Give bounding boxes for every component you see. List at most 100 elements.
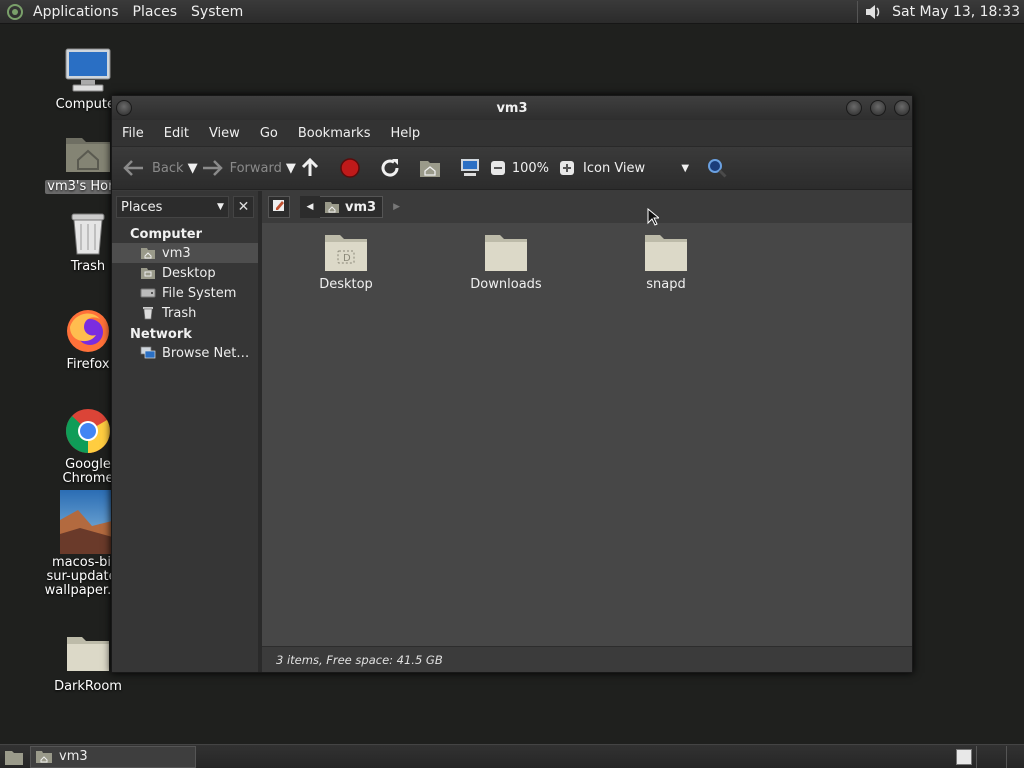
sidebar: Places ▼ ✕ Computer vm3 Desktop File Sys… bbox=[112, 191, 262, 672]
file-item-label: Desktop bbox=[319, 277, 373, 292]
panel-separator bbox=[857, 0, 859, 23]
applications-menu[interactable]: Applications bbox=[26, 0, 126, 24]
reload-button[interactable] bbox=[376, 154, 404, 182]
window-titlebar[interactable]: vm3 bbox=[112, 96, 912, 120]
workspace-3[interactable] bbox=[1006, 745, 1024, 768]
home-icon bbox=[35, 749, 53, 764]
distro-logo-icon[interactable] bbox=[4, 1, 26, 23]
close-button[interactable] bbox=[894, 100, 910, 116]
statusbar: 3 items, Free space: 41.5 GB bbox=[262, 646, 912, 672]
view-mode-select[interactable]: Icon View ▼ bbox=[583, 161, 689, 176]
forward-history-dropdown[interactable]: ▼ bbox=[286, 161, 296, 176]
speaker-icon[interactable] bbox=[862, 1, 884, 23]
firefox-icon bbox=[63, 306, 113, 356]
home-icon bbox=[416, 154, 444, 182]
zoom-in-button[interactable] bbox=[553, 154, 581, 182]
show-desktop-icon[interactable] bbox=[4, 748, 24, 766]
maximize-button[interactable] bbox=[870, 100, 886, 116]
forward-button[interactable]: Forward bbox=[198, 154, 286, 182]
sidebar-item-label: Trash bbox=[162, 305, 197, 321]
trash-icon bbox=[63, 208, 113, 258]
chrome-icon bbox=[63, 406, 113, 456]
zoom-out-icon bbox=[484, 154, 512, 182]
toolbar: Back ▼ Forward ▼ 100% Icon View ▼ bbox=[112, 146, 912, 190]
sidebar-close-button[interactable]: ✕ bbox=[232, 196, 254, 218]
zoom-out-button[interactable] bbox=[484, 154, 512, 182]
sidebar-item-label: File System bbox=[162, 285, 237, 301]
zoom-level[interactable]: 100% bbox=[512, 161, 549, 176]
chevron-down-icon: ▼ bbox=[217, 202, 224, 212]
taskbar-item-label: vm3 bbox=[59, 749, 88, 764]
desktop-icon-label: Firefox bbox=[66, 357, 110, 372]
home-icon bbox=[140, 245, 156, 261]
sidebar-group-computer: Computer bbox=[130, 227, 203, 242]
window-menu-button[interactable] bbox=[116, 100, 132, 116]
file-manager-window: vm3 File Edit View Go Bookmarks Help Bac… bbox=[111, 95, 913, 673]
sidebar-item-trash[interactable]: Trash bbox=[112, 303, 258, 323]
desktop-icon-label: Trash bbox=[70, 259, 106, 274]
window-body: Places ▼ ✕ Computer vm3 Desktop File Sys… bbox=[112, 191, 912, 672]
sidebar-places-select[interactable]: Places ▼ bbox=[116, 196, 229, 218]
home-icon bbox=[324, 200, 340, 214]
zoom-in-icon bbox=[553, 154, 581, 182]
network-icon bbox=[140, 345, 156, 361]
path-scroll-left-button[interactable]: ◀ bbox=[300, 196, 320, 218]
close-icon: ✕ bbox=[237, 199, 250, 215]
system-menu[interactable]: System bbox=[184, 0, 250, 24]
sidebar-item-desktop[interactable]: Desktop bbox=[112, 263, 258, 283]
folder-icon bbox=[643, 231, 689, 273]
computer-icon bbox=[63, 46, 113, 96]
arrow-left-icon bbox=[120, 154, 148, 182]
sidebar-item-file-system[interactable]: File System bbox=[112, 283, 258, 303]
file-item-label: snapd bbox=[646, 277, 686, 292]
minimize-button[interactable] bbox=[846, 100, 862, 116]
desktop-folder-icon: D bbox=[323, 231, 369, 273]
chevron-down-icon: ▼ bbox=[681, 162, 690, 174]
location-toggle-button[interactable] bbox=[268, 196, 290, 218]
up-button[interactable] bbox=[296, 154, 324, 182]
home-button[interactable] bbox=[416, 154, 444, 182]
sidebar-item-browse-network[interactable]: Browse Net… bbox=[112, 343, 258, 363]
forward-label: Forward bbox=[229, 160, 282, 176]
sidebar-item-label: Browse Net… bbox=[162, 345, 250, 361]
sidebar-group-network: Network bbox=[130, 327, 192, 342]
back-history-dropdown[interactable]: ▼ bbox=[188, 161, 198, 176]
menu-file[interactable]: File bbox=[112, 126, 154, 141]
reload-icon bbox=[376, 154, 404, 182]
menu-bookmarks[interactable]: Bookmarks bbox=[288, 126, 381, 141]
view-mode-label: Icon View bbox=[583, 160, 646, 176]
file-item-snapd[interactable]: snapd bbox=[616, 223, 716, 292]
places-menu[interactable]: Places bbox=[126, 0, 185, 24]
workspace-1[interactable] bbox=[956, 748, 972, 765]
menu-edit[interactable]: Edit bbox=[154, 126, 199, 141]
path-scroll-right-button[interactable]: ▶ bbox=[393, 202, 400, 212]
back-label: Back bbox=[152, 160, 184, 176]
window-title: vm3 bbox=[496, 100, 528, 116]
sidebar-select-label: Places bbox=[121, 199, 163, 215]
folder-icon bbox=[483, 231, 529, 273]
workspace-2[interactable] bbox=[976, 745, 1006, 768]
arrow-right-icon bbox=[198, 154, 226, 182]
menu-view[interactable]: View bbox=[199, 126, 250, 141]
computer-button[interactable] bbox=[456, 154, 484, 182]
path-crumb-label: vm3 bbox=[345, 199, 377, 215]
stop-button[interactable] bbox=[336, 154, 364, 182]
path-crumb-vm3[interactable]: vm3 bbox=[320, 196, 384, 218]
file-item-downloads[interactable]: Downloads bbox=[456, 223, 556, 292]
taskbar-item-vm3[interactable]: vm3 bbox=[30, 745, 196, 768]
mouse-cursor-icon bbox=[647, 207, 661, 230]
menu-help[interactable]: Help bbox=[380, 126, 430, 141]
search-button[interactable] bbox=[703, 154, 731, 182]
desktop-icon bbox=[140, 265, 156, 281]
menu-go[interactable]: Go bbox=[250, 126, 288, 141]
back-button[interactable]: Back bbox=[120, 154, 188, 182]
menubar: File Edit View Go Bookmarks Help bbox=[112, 120, 912, 146]
panel-clock[interactable]: Sat May 13, 18:33 bbox=[884, 4, 1024, 20]
desktop-icon-label: DarkRoom bbox=[54, 679, 122, 694]
image-file-icon bbox=[60, 490, 116, 554]
sidebar-item-vm3[interactable]: vm3 bbox=[112, 243, 258, 263]
file-item-desktop[interactable]: D Desktop bbox=[296, 223, 396, 292]
pathbar: ◀ vm3 ▶ bbox=[262, 191, 912, 223]
icon-grid: D Desktop Downloads snapd bbox=[262, 223, 912, 641]
svg-text:D: D bbox=[343, 253, 351, 264]
